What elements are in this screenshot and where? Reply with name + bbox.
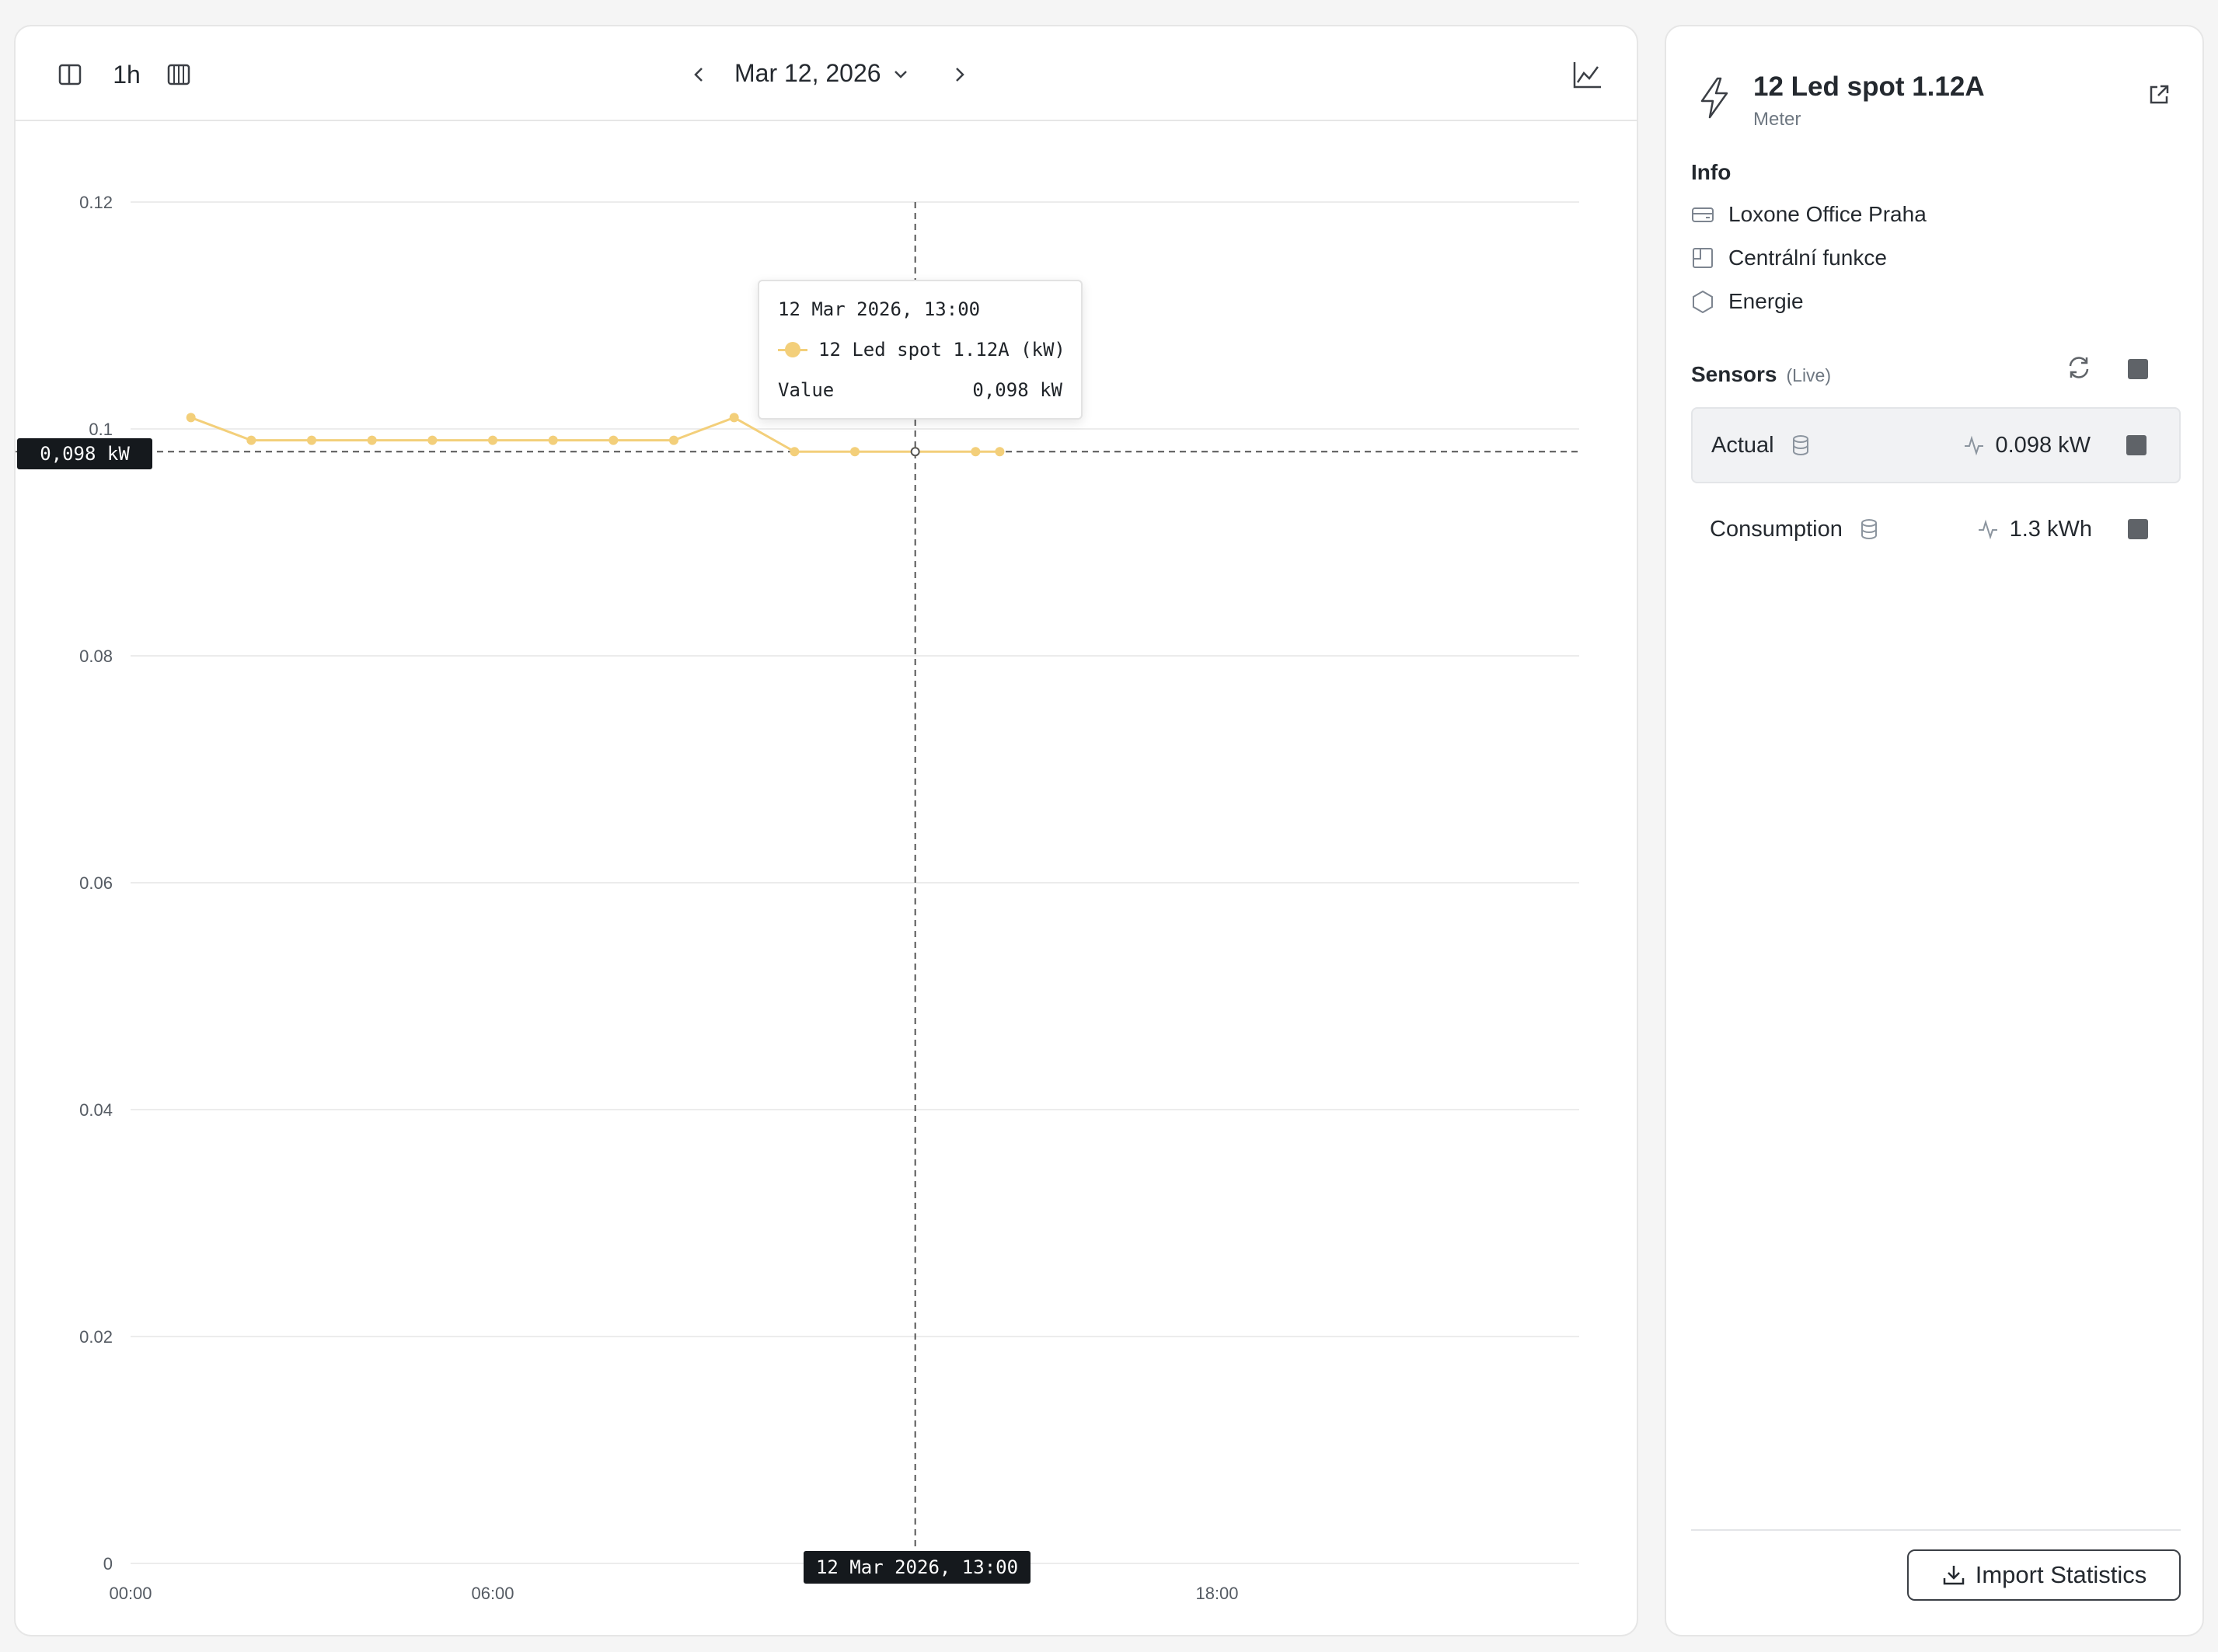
info-item-label: Energie <box>1728 289 1804 313</box>
select-all-checkbox[interactable] <box>2128 359 2148 379</box>
room-icon <box>1693 248 1713 268</box>
data-point <box>609 435 619 445</box>
tooltip-series-label: 12 Led spot 1.12A (kW) <box>818 339 1065 361</box>
sensor-value: 1.3 kWh <box>2009 516 2092 542</box>
x-tick-label: 06:00 <box>471 1584 514 1603</box>
data-point <box>790 447 800 457</box>
lightning-icon <box>1697 76 1732 124</box>
tooltip-value: 0,098 kW <box>972 379 1062 401</box>
import-statistics-button[interactable]: Import Statistics <box>1907 1549 2181 1601</box>
device-title: 12 Led spot 1.12A <box>1753 71 1985 102</box>
external-link-icon[interactable] <box>2147 82 2171 111</box>
chart-tooltip: 12 Mar 2026, 13:00 12 Led spot 1.12A (kW… <box>758 280 1083 420</box>
data-point <box>850 447 860 457</box>
database-icon <box>1861 519 1877 539</box>
data-point <box>995 447 1005 457</box>
data-point <box>669 435 678 445</box>
line-chart-icon[interactable] <box>1570 58 1604 92</box>
info-heading: Info <box>1691 160 1732 184</box>
device-type: Meter <box>1753 109 1801 130</box>
date-picker[interactable]: Mar 12, 2026 <box>734 59 909 88</box>
series-marker-icon <box>778 342 807 357</box>
sensor-name: Consumption <box>1710 516 1843 542</box>
info-item-category[interactable]: Energie <box>1691 289 1804 314</box>
tooltip-value-label: Value <box>778 379 835 401</box>
download-icon <box>1943 1566 1964 1585</box>
y-tick-label: 0 <box>103 1554 113 1574</box>
crosshair-x-label: 12 Mar 2026, 13:00 <box>804 1551 1031 1584</box>
sensor-checkbox[interactable] <box>2128 519 2148 539</box>
info-item-label: Centrální funkce <box>1728 246 1887 270</box>
crosshair-y-label: 0,098 kW <box>17 438 152 469</box>
columns-icon[interactable] <box>163 59 194 90</box>
details-panel: 12 Led spot 1.12A Meter Info Loxone Offi… <box>1665 25 2204 1636</box>
tooltip-date: 12 Mar 2026, 13:00 <box>778 298 981 320</box>
sensor-value: 0.098 kW <box>1995 432 2091 458</box>
series-line <box>190 416 1000 453</box>
x-tick-label: 00:00 <box>109 1584 152 1603</box>
y-tick-label: 0.02 <box>79 1327 113 1347</box>
data-point <box>307 435 316 445</box>
interval-button[interactable]: 1h <box>107 59 146 90</box>
prev-date-icon[interactable] <box>685 61 713 89</box>
divider <box>1691 1529 2181 1531</box>
hover-point <box>910 447 920 457</box>
y-tick-label: 0.1 <box>89 420 113 439</box>
sensors-live-label: (Live) <box>1786 365 1832 385</box>
tooltip-series: 12 Led spot 1.12A (kW) <box>778 339 1065 361</box>
activity-icon <box>1964 435 1983 456</box>
data-point <box>971 447 981 457</box>
next-date-icon[interactable] <box>945 61 973 89</box>
y-tick-label: 0.06 <box>79 873 113 893</box>
y-tick-label: 0.04 <box>79 1100 113 1120</box>
info-item-label: Loxone Office Praha <box>1728 202 1927 226</box>
info-item-room[interactable]: Centrální funkce <box>1691 246 1887 270</box>
sidebar-toggle-icon[interactable] <box>54 59 85 90</box>
database-icon <box>1792 435 1808 455</box>
chart-toolbar: 1h Mar 12, 2026 <box>16 26 1637 121</box>
sensor-checkbox[interactable] <box>2126 435 2147 455</box>
chevron-down-icon <box>894 70 907 78</box>
hexagon-icon <box>1693 290 1713 313</box>
date-label: Mar 12, 2026 <box>734 59 881 87</box>
sensors-title: Sensors <box>1691 362 1777 386</box>
data-point <box>548 435 558 445</box>
y-tick-label: 0.08 <box>79 647 113 666</box>
server-icon <box>1692 207 1714 222</box>
sensors-heading: Sensors (Live) <box>1691 362 1831 387</box>
data-point <box>367 435 377 445</box>
data-point <box>427 435 438 445</box>
info-item-location[interactable]: Loxone Office Praha <box>1691 202 1927 227</box>
refresh-icon[interactable] <box>2066 354 2092 385</box>
data-point <box>246 435 256 445</box>
data-point <box>729 413 739 423</box>
sensor-row-actual[interactable]: Actual 0.098 kW <box>1691 407 2181 483</box>
sensor-name: Actual <box>1711 432 1774 458</box>
tooltip-value-row: Value 0,098 kW <box>778 379 1062 401</box>
chart-panel: 1h Mar 12, 2026 0.12 0.1 0.08 0.06 0.04 0.02 0… <box>14 25 1638 1636</box>
data-point <box>488 435 497 445</box>
import-statistics-label: Import Statistics <box>1975 1561 2147 1588</box>
x-tick-label: 18:00 <box>1195 1584 1238 1603</box>
y-tick-label: 0.12 <box>79 193 113 212</box>
activity-icon <box>1978 519 1997 540</box>
data-point <box>186 413 196 423</box>
sensor-row-consumption[interactable]: Consumption 1.3 kWh <box>1691 491 2181 567</box>
